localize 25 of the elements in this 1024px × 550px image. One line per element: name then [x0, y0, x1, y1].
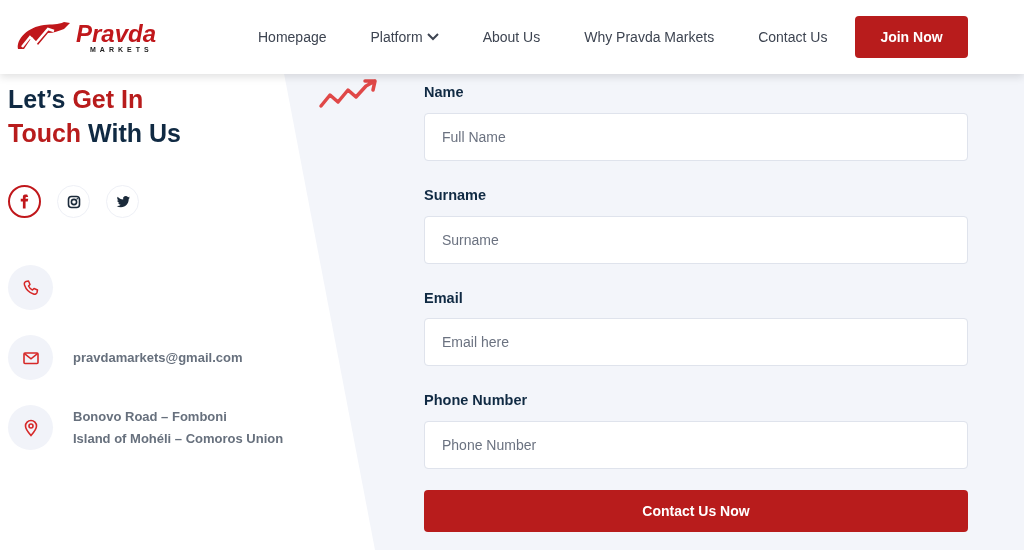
zigzag-arrow-icon	[318, 78, 380, 110]
field-label: Phone Number	[424, 391, 529, 411]
submit-button[interactable]: Contact Us Now	[424, 490, 968, 532]
facebook-icon	[20, 194, 29, 209]
input-field[interactable]: Surname	[424, 215, 968, 264]
contact-text: Bonovo Road – Fomboni	[73, 407, 228, 426]
facebook-link[interactable]	[8, 185, 41, 218]
input-field[interactable]: Phone Number	[424, 421, 968, 469]
contact-text: Island of Mohéli – Comoros Union	[73, 429, 284, 448]
field-label: Name	[424, 83, 465, 102]
input-field[interactable]: Full Name	[424, 112, 968, 161]
nav-link[interactable]: Homepage	[236, 26, 349, 48]
contact-heading: Let’s Get In Touch With Us	[8, 84, 182, 149]
field-label: Email	[424, 288, 464, 308]
email-link[interactable]: pravdamarkets@gmail.com	[73, 346, 243, 369]
nav-link[interactable]: Contact Us	[736, 26, 850, 48]
instagram-link[interactable]	[57, 185, 90, 218]
input-field[interactable]: Email here	[424, 318, 968, 367]
nav-link[interactable]: Platform	[348, 26, 461, 48]
join-button[interactable]: Join Now	[855, 16, 968, 58]
field-label: Surname	[424, 185, 488, 205]
logo-name: Pravda	[76, 21, 157, 46]
nav-link[interactable]: Why Pravda Markets	[562, 26, 737, 48]
nav-link[interactable]: About Us	[460, 26, 563, 48]
twitter-link[interactable]	[106, 185, 139, 218]
